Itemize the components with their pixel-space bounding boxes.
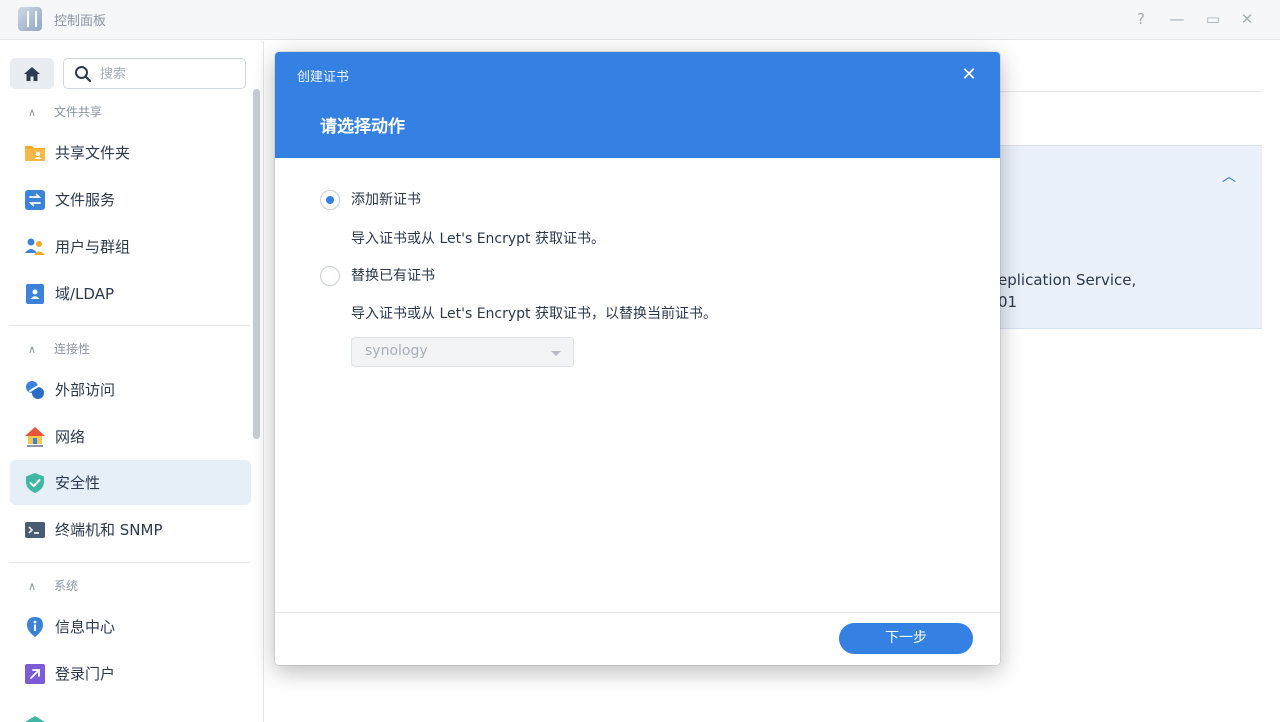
dialog-heading: 请选择动作	[320, 117, 405, 137]
dialog-header: 创建证书 ✕ 请选择动作	[275, 52, 1000, 158]
control-panel-app-icon	[18, 7, 42, 31]
network-icon	[25, 427, 45, 447]
chevron-up-icon: ∧	[28, 106, 37, 119]
maximize-icon[interactable]: ▭	[1203, 9, 1223, 29]
panel-text-line: eplication Service,	[998, 271, 1137, 289]
radio-add-new-certificate[interactable]	[320, 190, 340, 210]
radio-replace-existing-certificate[interactable]	[320, 266, 340, 286]
radio-description-add-new: 导入证书或从 Let's Encrypt 获取证书。	[351, 231, 605, 247]
sidebar-item-label: 共享文件夹	[55, 144, 131, 162]
sidebar-item-users-groups[interactable]: 用户与群组	[10, 224, 251, 269]
sidebar-divider	[10, 325, 250, 326]
chevron-down-icon	[551, 351, 561, 356]
info-center-icon	[27, 617, 43, 637]
sidebar: ∧文件共享 共享文件夹 文件服务 用户与群组 域/	[0, 41, 264, 722]
chevron-up-icon[interactable]: ︿	[1222, 166, 1236, 186]
sidebar-item-label: 域/LDAP	[55, 285, 115, 303]
sidebar-item-label: 文件服务	[55, 191, 116, 209]
search-icon	[75, 66, 92, 83]
main-divider	[1000, 91, 1262, 92]
security-shield-icon	[26, 473, 44, 493]
create-certificate-dialog: 创建证书 ✕ 请选择动作 添加新证书 导入证书或从 Let's Encrypt …	[275, 52, 1000, 665]
next-button[interactable]: 下一步	[839, 623, 973, 654]
sidebar-item-label: 终端机和 SNMP	[55, 521, 163, 539]
help-icon[interactable]: ?	[1131, 9, 1151, 29]
sidebar-item-label: 用户与群组	[55, 238, 131, 256]
sidebar-item-label: 外部访问	[55, 381, 116, 399]
users-groups-icon	[25, 238, 45, 255]
sidebar-item-label: 网络	[55, 428, 86, 446]
close-icon[interactable]: ✕	[957, 63, 981, 87]
search-box[interactable]	[63, 58, 246, 89]
login-portal-icon	[25, 664, 45, 684]
radio-label-replace-existing[interactable]: 替换已有证书	[351, 266, 435, 286]
sidebar-divider	[10, 562, 250, 563]
sidebar-item-login-portal[interactable]: 登录门户	[10, 651, 251, 696]
certificate-select[interactable]: synology	[351, 337, 574, 367]
radio-description-replace-existing: 导入证书或从 Let's Encrypt 获取证书，以替换当前证书。	[351, 306, 717, 322]
sidebar-item-label: 登录门户	[55, 665, 116, 683]
section-header-file-sharing[interactable]: ∧ 文件共享	[28, 102, 102, 122]
window-title: 控制面板	[54, 14, 107, 29]
chevron-up-icon: ∧	[28, 343, 37, 356]
terminal-icon	[25, 522, 45, 538]
sidebar-item-label: 安全性	[55, 474, 101, 492]
sidebar-item-info-center[interactable]: 信息中心	[10, 604, 251, 649]
sidebar-item-label: 信息中心	[55, 618, 116, 636]
sidebar-item-domain-ldap[interactable]: 域/LDAP	[10, 271, 251, 316]
sidebar-item-terminal-snmp[interactable]: 终端机和 SNMP	[10, 507, 251, 552]
shared-folder-icon	[25, 146, 45, 161]
sidebar-item-shared-folder[interactable]: 共享文件夹	[10, 130, 251, 175]
radio-label-add-new[interactable]: 添加新证书	[351, 190, 421, 210]
title-bar: 控制面板 ? — ▭ ✕	[0, 0, 1280, 40]
file-services-icon	[25, 190, 45, 210]
dialog-footer-divider	[275, 612, 1000, 613]
home-button[interactable]	[10, 58, 54, 89]
sidebar-item-security[interactable]: 安全性	[10, 460, 251, 505]
chevron-up-icon: ∧	[28, 580, 37, 593]
dialog-title: 创建证书	[297, 70, 350, 85]
sidebar-scrollbar[interactable]	[253, 89, 260, 439]
sidebar-item-file-services[interactable]: 文件服务	[10, 177, 251, 222]
section-header-connectivity[interactable]: ∧ 连接性	[28, 339, 90, 359]
external-access-icon	[26, 381, 44, 399]
home-icon	[24, 66, 40, 81]
certificate-select-value: synology	[365, 343, 428, 359]
domain-ldap-icon	[26, 284, 44, 304]
close-window-icon[interactable]: ✕	[1237, 9, 1257, 29]
regional-options-icon	[25, 716, 45, 722]
minimize-icon[interactable]: —	[1167, 9, 1187, 29]
section-header-system[interactable]: ∧ 系统	[28, 576, 78, 596]
panel-text-line: 01	[998, 293, 1018, 311]
search-input[interactable]	[100, 64, 240, 84]
sidebar-item-network[interactable]: 网络	[10, 414, 251, 459]
sidebar-item-external-access[interactable]: 外部访问	[10, 367, 251, 412]
sidebar-item-partial[interactable]	[10, 698, 251, 722]
